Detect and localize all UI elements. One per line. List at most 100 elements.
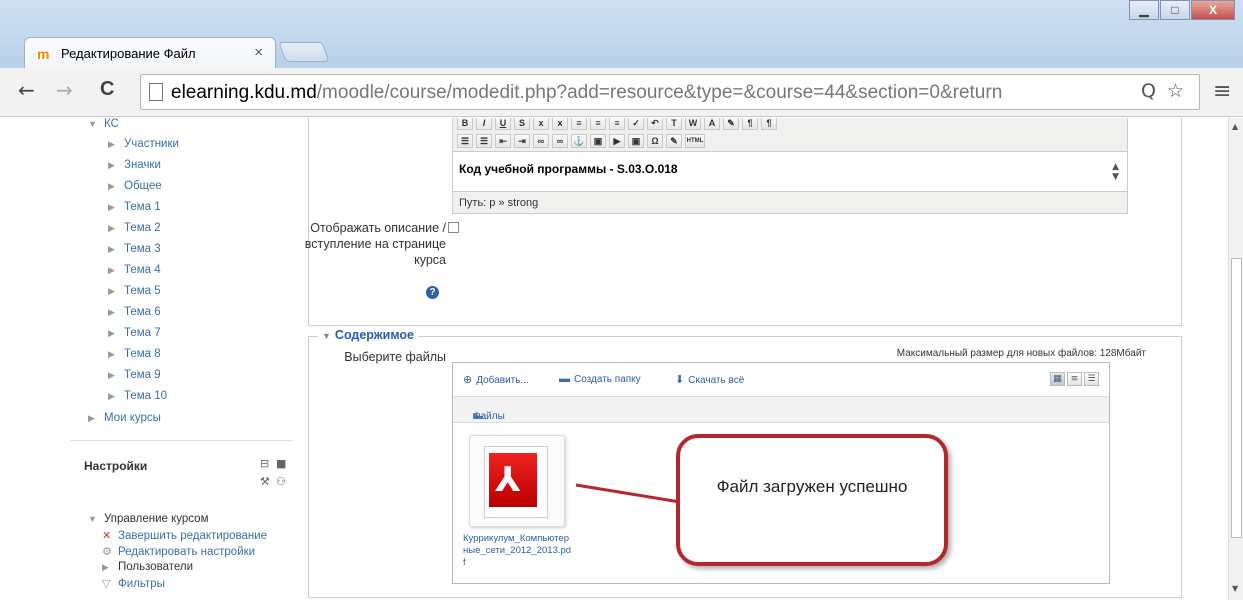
text-color-button[interactable]: A — [704, 118, 720, 130]
download-all-button[interactable]: ⬇ Скачать всё — [675, 373, 744, 386]
sidebar-item[interactable]: ▶ Тема 4 — [108, 264, 161, 276]
anchor-button[interactable]: ⚓ — [571, 134, 587, 148]
folder-add-icon: ▬ — [559, 373, 570, 385]
align-left-button[interactable]: ≡ — [571, 118, 587, 130]
assign-roles-icon[interactable]: ⚇ — [276, 475, 286, 488]
sidebar-item[interactable]: ▶ Тема 3 — [108, 243, 161, 255]
browser-menu-icon[interactable]: ≡ — [1213, 79, 1231, 104]
scroll-up-icon[interactable]: ▲ — [1232, 122, 1238, 131]
close-window-button[interactable]: X — [1191, 0, 1235, 20]
sidebar-item-edit-settings[interactable]: ⚙ Редактировать настройки — [102, 545, 255, 558]
collapse-block-icon[interactable]: ⊟ — [260, 457, 269, 470]
add-file-button[interactable]: ⊕ Добавить... — [463, 373, 529, 386]
page-scrollbar[interactable]: ▲ ▼ — [1228, 118, 1243, 600]
editor-path-text: Путь: p » strong — [459, 197, 539, 209]
view-details-button[interactable]: ≡ — [1067, 372, 1082, 386]
new-tab-button[interactable] — [278, 42, 330, 62]
sidebar-item[interactable]: ▶ Участники — [108, 138, 179, 150]
sidebar-course-label: КС — [104, 118, 119, 130]
sidebar-item-finish-editing[interactable]: ✕ Завершить редактирование — [102, 529, 267, 542]
bullet-list-button[interactable]: ☰ — [457, 134, 473, 148]
file-tile[interactable]: ⅄ — [469, 435, 565, 527]
cleanup-button[interactable]: ✓ — [628, 118, 644, 130]
align-right-button[interactable]: ≡ — [609, 118, 625, 130]
sidebar-item[interactable]: ▶ Тема 8 — [108, 348, 161, 360]
align-center-button[interactable]: ≡ — [590, 118, 606, 130]
maximize-button[interactable]: □ — [1160, 0, 1190, 20]
settings-title: Настройки — [84, 459, 148, 473]
rtl-button[interactable]: ¶ — [761, 118, 777, 130]
create-folder-button[interactable]: ▬ Создать папку — [559, 373, 641, 385]
page-content: ▼ КС ▶ Участники ▶ Значки ▶ Общее ▶ Тема 1 ▶ Т… — [0, 118, 1228, 600]
browser-window: m Редактирование Файл × ▁ □ X ← → C elea… — [0, 0, 1243, 600]
moodle-media-button[interactable]: ▣ — [628, 134, 644, 148]
sidebar-item[interactable]: ▶ Значки — [108, 159, 161, 171]
sidebar-item-my-courses[interactable]: ▶ Мои курсы — [88, 412, 161, 424]
browser-tab[interactable]: m Редактирование Файл × — [24, 37, 276, 68]
unlink-button[interactable]: ∞ — [552, 134, 568, 148]
browser-toolbar: ← → C elearning.kdu.md/moodle/course/mod… — [0, 68, 1243, 117]
spellcheck-button[interactable]: ✎ — [666, 134, 682, 148]
image-button[interactable]: ▣ — [590, 134, 606, 148]
scroll-thumb[interactable] — [1231, 258, 1242, 538]
sidebar-item-filters[interactable]: ▽ Фильтры — [102, 577, 165, 590]
forward-button[interactable]: → — [56, 78, 73, 102]
sidebar-course-node[interactable]: ▼ КС — [88, 118, 119, 130]
editor-toolbar: B I U S x x ≡ ≡ ≡ ✓ ↶ T W A ✎ ¶ ¶ ☰ ☰ ⇤ … — [452, 118, 1128, 152]
editor-scroll-arrows[interactable]: ▲ ▼ — [1112, 162, 1119, 182]
sidebar-item[interactable]: ▶ Тема 10 — [108, 390, 167, 402]
file-name[interactable]: Куррикулум_Компьютерные_сети_2012_2013.p… — [463, 533, 573, 569]
scroll-down-icon[interactable]: ▼ — [1232, 584, 1238, 593]
sidebar-item[interactable]: ▶ Тема 1 — [108, 201, 161, 213]
description-editor[interactable]: Код учебной программы - S.03.O.018 ▲ ▼ — [452, 152, 1128, 192]
highlight-color-button[interactable]: ✎ — [723, 118, 739, 130]
wrench-icon[interactable]: ⚒ — [260, 475, 270, 488]
download-icon: ⬇ — [675, 374, 685, 386]
file-manager-toolbar: ⊕ Добавить... ▬ Создать папку ⬇ Скачать всё… — [453, 363, 1109, 397]
reload-button[interactable]: C — [100, 78, 114, 101]
show-description-checkbox[interactable] — [448, 222, 459, 233]
zoom-icon[interactable]: Q — [1141, 80, 1156, 102]
strikethrough-button[interactable]: S — [514, 118, 530, 130]
minimize-button[interactable]: ▁ — [1129, 0, 1159, 20]
sidebar-item[interactable]: ▶ Тема 9 — [108, 369, 161, 381]
sidebar-item[interactable]: ▶ Тема 5 — [108, 285, 161, 297]
underline-button[interactable]: U — [495, 118, 511, 130]
content-legend[interactable]: ▼ Содержимое — [318, 328, 418, 342]
html-source-button[interactable]: HTML — [685, 134, 705, 148]
media-button[interactable]: ▶ — [609, 134, 625, 148]
superscript-button[interactable]: x — [552, 118, 568, 130]
undo-button[interactable]: ↶ — [647, 118, 663, 130]
link-button[interactable]: ∞ — [533, 134, 549, 148]
indent-button[interactable]: ⇥ — [514, 134, 530, 148]
sidebar: ▼ КС ▶ Участники ▶ Значки ▶ Общее ▶ Тема 1 ▶ Т… — [0, 118, 296, 600]
italic-button[interactable]: I — [476, 118, 492, 130]
special-char-button[interactable]: Ω — [647, 134, 663, 148]
dock-block-icon[interactable]: ■ — [276, 457, 286, 470]
paste-word-button[interactable]: W — [685, 118, 701, 130]
sidebar-item[interactable]: ▶ Тема 6 — [108, 306, 161, 318]
bookmark-star-icon[interactable]: ☆ — [1167, 80, 1184, 102]
numbered-list-button[interactable]: ☰ — [476, 134, 492, 148]
paste-text-button[interactable]: T — [666, 118, 682, 130]
subscript-button[interactable]: x — [533, 118, 549, 130]
view-icons-button[interactable]: ▦ — [1050, 372, 1065, 386]
sidebar-item-manage-course[interactable]: ▼ Управление курсом — [88, 513, 208, 525]
tab-close-icon[interactable]: × — [254, 44, 263, 61]
outdent-button[interactable]: ⇤ — [495, 134, 511, 148]
url-text[interactable]: elearning.kdu.md/moodle/course/modedit.p… — [171, 82, 1002, 104]
moodle-favicon-icon: m — [37, 46, 50, 62]
callout-text: Файл загружен успешно — [716, 477, 908, 496]
sidebar-item-users[interactable]: ▶ Пользователи — [102, 561, 193, 573]
ltr-button[interactable]: ¶ — [742, 118, 758, 130]
view-tree-button[interactable]: ☰ — [1084, 372, 1099, 386]
address-bar[interactable]: elearning.kdu.md/moodle/course/modedit.p… — [140, 74, 1200, 110]
help-icon[interactable]: ? — [426, 286, 439, 299]
sidebar-item[interactable]: ▶ Общее — [108, 180, 162, 192]
bold-button[interactable]: B — [457, 118, 473, 130]
back-button[interactable]: ← — [18, 78, 35, 102]
editor-statusbar: Путь: p » strong — [452, 192, 1128, 214]
sidebar-item[interactable]: ▶ Тема 7 — [108, 327, 161, 339]
collapse-icon: ▼ — [322, 331, 331, 341]
sidebar-item[interactable]: ▶ Тема 2 — [108, 222, 161, 234]
